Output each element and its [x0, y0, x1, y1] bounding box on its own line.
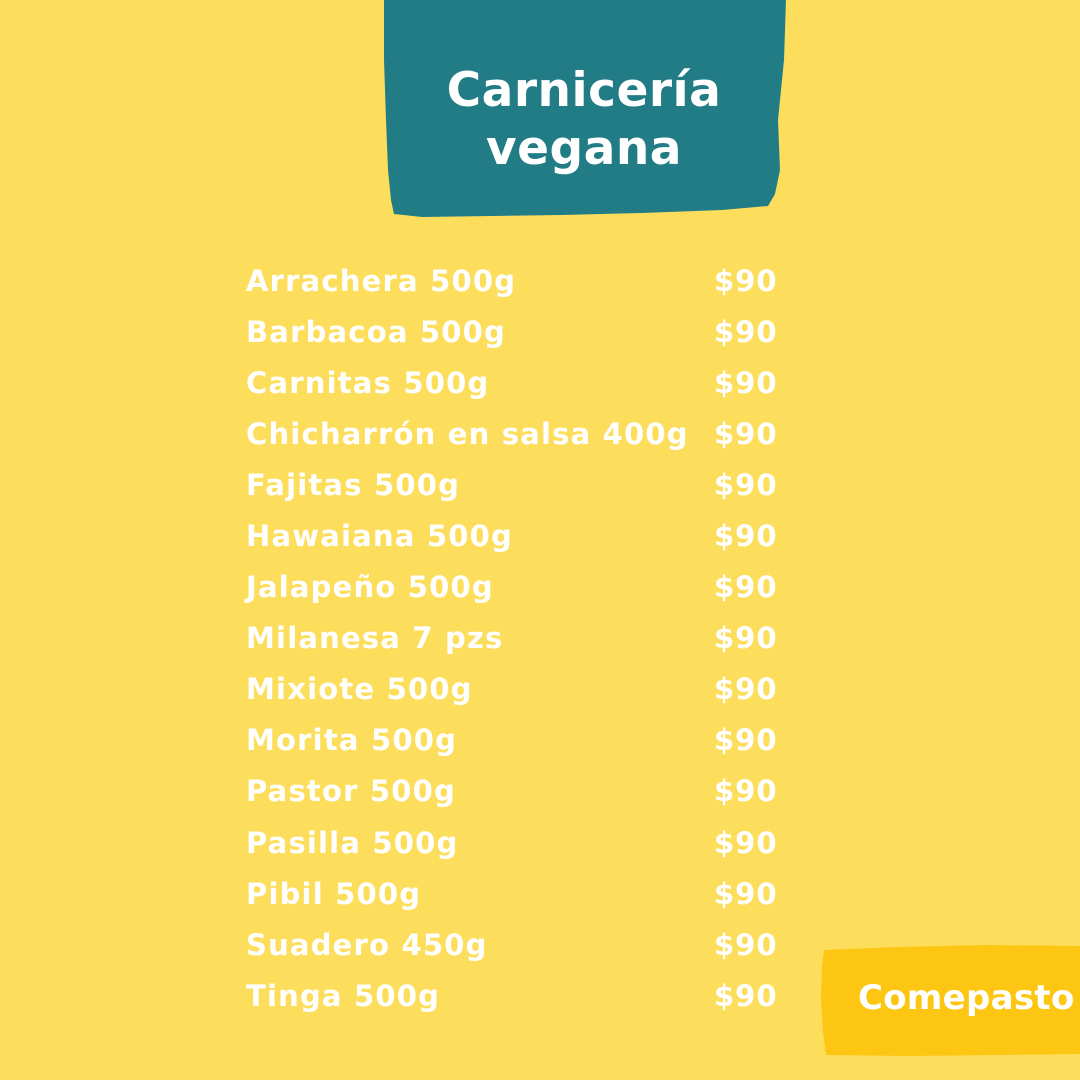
- menu-item-price: $90: [714, 978, 778, 1013]
- menu-item: Morita 500g $90: [246, 715, 778, 766]
- brand-name: Comepasto: [858, 978, 1075, 1018]
- menu-item: Carnitas 500g $90: [246, 357, 778, 408]
- menu-item: Arrachera 500g $90: [246, 255, 778, 306]
- brand-badge: Comepasto: [818, 942, 1080, 1058]
- menu-item: Hawaiana 500g $90: [246, 510, 778, 561]
- menu-item-name: Arrachera 500g: [246, 263, 517, 298]
- menu-item-name: Carnitas 500g: [246, 365, 490, 400]
- menu-item: Fajitas 500g $90: [246, 459, 778, 510]
- menu-item-name: Barbacoa 500g: [246, 314, 506, 349]
- menu-item-price: $90: [714, 365, 778, 400]
- menu-item: Mixiote 500g $90: [246, 664, 778, 715]
- menu-item-price: $90: [714, 825, 778, 860]
- menu-item: Milanesa 7 pzs $90: [246, 613, 778, 664]
- menu-list: Arrachera 500g $90 Barbacoa 500g $90 Car…: [246, 255, 778, 1021]
- menu-item-name: Suadero 450g: [246, 927, 488, 962]
- title-banner: Carnicería vegana: [382, 0, 786, 218]
- menu-item-price: $90: [714, 314, 778, 349]
- menu-item-price: $90: [714, 570, 778, 605]
- title-line-2: vegana: [485, 121, 683, 176]
- menu-item-price: $90: [714, 876, 778, 911]
- menu-item: Barbacoa 500g $90: [246, 306, 778, 357]
- menu-item-name: Pasilla 500g: [246, 825, 459, 860]
- menu-item-name: Hawaiana 500g: [246, 519, 513, 554]
- menu-item: Tinga 500g $90: [246, 970, 778, 1021]
- menu-item-name: Fajitas 500g: [246, 467, 461, 502]
- menu-item-name: Morita 500g: [246, 723, 458, 758]
- menu-item-name: Mixiote 500g: [246, 672, 473, 707]
- menu-item-price: $90: [714, 723, 778, 758]
- menu-item-name: Milanesa 7 pzs: [246, 621, 504, 656]
- menu-item-price: $90: [714, 467, 778, 502]
- menu-item-price: $90: [714, 519, 778, 554]
- menu-item-price: $90: [714, 621, 778, 656]
- menu-item: Chicharrón en salsa 400g $90: [246, 408, 778, 459]
- menu-item-price: $90: [714, 774, 778, 809]
- menu-item: Pibil 500g $90: [246, 868, 778, 919]
- menu-item: Jalapeño 500g $90: [246, 562, 778, 613]
- menu-item-price: $90: [714, 416, 778, 451]
- menu-item-name: Pastor 500g: [246, 774, 456, 809]
- menu-item: Suadero 450g $90: [246, 919, 778, 970]
- menu-item-name: Chicharrón en salsa 400g: [246, 416, 689, 451]
- title-line-1: Carnicería: [446, 63, 722, 118]
- menu-item-name: Pibil 500g: [246, 876, 422, 911]
- menu-item-price: $90: [714, 672, 778, 707]
- menu-item: Pastor 500g $90: [246, 766, 778, 817]
- menu-item-name: Tinga 500g: [246, 978, 441, 1013]
- menu-item-name: Jalapeño 500g: [246, 570, 494, 605]
- menu-item: Pasilla 500g $90: [246, 817, 778, 868]
- page-title: Carnicería vegana: [382, 62, 786, 178]
- menu-item-price: $90: [714, 263, 778, 298]
- menu-item-price: $90: [714, 927, 778, 962]
